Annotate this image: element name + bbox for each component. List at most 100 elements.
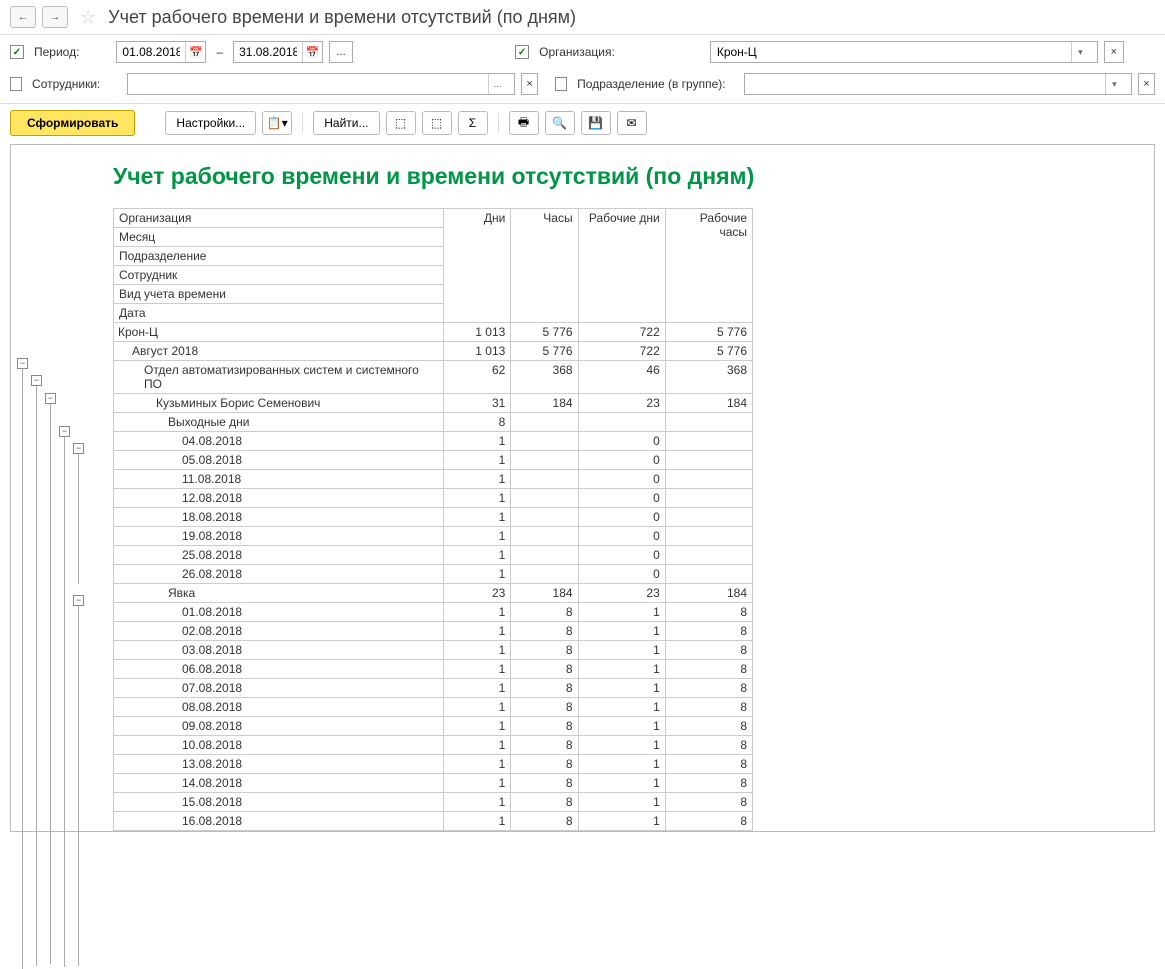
org-select[interactable]: ▾ xyxy=(710,41,1098,63)
date-from-field[interactable] xyxy=(117,43,185,61)
cell-value: 184 xyxy=(511,394,578,413)
cell-value: 1 xyxy=(444,527,511,546)
generate-button[interactable]: Сформировать xyxy=(10,110,135,136)
table-row[interactable]: 15.08.20181818 xyxy=(114,793,753,812)
employees-clear-button[interactable]: × xyxy=(521,73,538,95)
table-row[interactable]: 26.08.201810 xyxy=(114,565,753,584)
cell-value: 1 013 xyxy=(444,323,511,342)
cell-value xyxy=(665,508,752,527)
row-label: 10.08.2018 xyxy=(114,736,444,755)
table-row[interactable]: Кузьминых Борис Семенович3118423184 xyxy=(114,394,753,413)
calendar-icon[interactable]: 📅 xyxy=(302,42,322,62)
date-from-input[interactable]: 📅 xyxy=(116,41,206,63)
table-row[interactable]: 16.08.20181818 xyxy=(114,812,753,831)
find-button[interactable]: Найти... xyxy=(313,111,379,135)
table-row[interactable]: 14.08.20181818 xyxy=(114,774,753,793)
dropdown-icon[interactable]: ▾ xyxy=(1105,74,1123,94)
employees-field[interactable] xyxy=(128,75,488,93)
cell-value: 8 xyxy=(511,660,578,679)
settings-button[interactable]: Настройки... xyxy=(165,111,256,135)
table-row[interactable]: 11.08.201810 xyxy=(114,470,753,489)
collapse-icon-button[interactable]: ⬚ xyxy=(422,111,452,135)
cell-value: 184 xyxy=(665,394,752,413)
division-field[interactable] xyxy=(745,75,1105,93)
table-row[interactable]: 13.08.20181818 xyxy=(114,755,753,774)
cell-value: 184 xyxy=(665,584,752,603)
table-row[interactable]: 10.08.20181818 xyxy=(114,736,753,755)
cell-value xyxy=(665,527,752,546)
division-clear-button[interactable]: × xyxy=(1138,73,1155,95)
sum-button[interactable]: Σ xyxy=(458,111,488,135)
variants-button[interactable]: 📋▾ xyxy=(262,111,292,135)
table-row[interactable]: Явка2318423184 xyxy=(114,584,753,603)
table-row[interactable]: Выходные дни8 xyxy=(114,413,753,432)
table-row[interactable]: 12.08.201810 xyxy=(114,489,753,508)
table-row[interactable]: 05.08.201810 xyxy=(114,451,753,470)
tree-toggle[interactable]: − xyxy=(59,426,70,437)
cell-value: 8 xyxy=(511,603,578,622)
col-header: Рабочие дни xyxy=(578,209,665,323)
table-row[interactable]: 08.08.20181818 xyxy=(114,698,753,717)
cell-value: 1 xyxy=(444,812,511,831)
cell-value: 8 xyxy=(665,660,752,679)
division-label: Подразделение (в группе): xyxy=(577,77,725,91)
tree-toggle[interactable]: − xyxy=(31,375,42,386)
cell-value: 1 xyxy=(578,603,665,622)
date-to-input[interactable]: 📅 xyxy=(233,41,323,63)
row-label: 26.08.2018 xyxy=(114,565,444,584)
table-row[interactable]: 09.08.20181818 xyxy=(114,717,753,736)
table-row[interactable]: 25.08.201810 xyxy=(114,546,753,565)
cell-value: 1 xyxy=(444,622,511,641)
row-label: 13.08.2018 xyxy=(114,755,444,774)
org-field[interactable] xyxy=(711,43,1071,61)
dropdown-icon[interactable]: ▾ xyxy=(1071,42,1089,62)
expand-icon-button[interactable]: ⬚ xyxy=(386,111,416,135)
print-button[interactable]: 🖶 xyxy=(509,111,539,135)
employees-checkbox[interactable] xyxy=(10,77,22,91)
tree-toggle[interactable]: − xyxy=(73,595,84,606)
row-label: 05.08.2018 xyxy=(114,451,444,470)
table-row[interactable]: 19.08.201810 xyxy=(114,527,753,546)
cell-value xyxy=(665,470,752,489)
ellipsis-icon[interactable]: … xyxy=(488,74,506,94)
nav-back-button[interactable]: ← xyxy=(10,6,36,28)
org-checkbox[interactable] xyxy=(515,45,529,59)
table-row[interactable]: Август 20181 0135 7767225 776 xyxy=(114,342,753,361)
cell-value: 1 xyxy=(444,793,511,812)
period-picker-button[interactable]: ... xyxy=(329,41,353,63)
org-clear-button[interactable]: × xyxy=(1104,41,1124,63)
tree-toggle[interactable]: − xyxy=(17,358,28,369)
calendar-icon[interactable]: 📅 xyxy=(185,42,205,62)
cell-value: 1 xyxy=(444,508,511,527)
cell-value: 46 xyxy=(578,361,665,394)
row-label: 11.08.2018 xyxy=(114,470,444,489)
tree-toggle[interactable]: − xyxy=(45,393,56,404)
period-checkbox[interactable] xyxy=(10,45,24,59)
table-row[interactable]: 02.08.20181818 xyxy=(114,622,753,641)
cell-value: 23 xyxy=(444,584,511,603)
tree-toggle[interactable]: − xyxy=(73,443,84,454)
table-row[interactable]: 04.08.201810 xyxy=(114,432,753,451)
date-to-field[interactable] xyxy=(234,43,302,61)
table-row[interactable]: Отдел автоматизированных систем и систем… xyxy=(114,361,753,394)
cell-value: 1 013 xyxy=(444,342,511,361)
preview-button[interactable]: 🔍 xyxy=(545,111,575,135)
table-row[interactable]: 06.08.20181818 xyxy=(114,660,753,679)
table-row[interactable]: 07.08.20181818 xyxy=(114,679,753,698)
employees-select[interactable]: … xyxy=(127,73,515,95)
table-row[interactable]: 03.08.20181818 xyxy=(114,641,753,660)
page-title: Учет рабочего времени и времени отсутств… xyxy=(108,7,576,28)
save-button[interactable]: 💾 xyxy=(581,111,611,135)
nav-forward-button[interactable]: → xyxy=(42,6,68,28)
cell-value: 1 xyxy=(444,432,511,451)
table-row[interactable]: Крон-Ц1 0135 7767225 776 xyxy=(114,323,753,342)
division-select[interactable]: ▾ xyxy=(744,73,1132,95)
favorite-star-icon[interactable]: ☆ xyxy=(80,7,96,28)
email-button[interactable]: ✉ xyxy=(617,111,647,135)
cell-value: 1 xyxy=(444,755,511,774)
cell-value: 1 xyxy=(578,736,665,755)
table-row[interactable]: 01.08.20181818 xyxy=(114,603,753,622)
table-row[interactable]: 18.08.201810 xyxy=(114,508,753,527)
cell-value: 1 xyxy=(444,736,511,755)
division-checkbox[interactable] xyxy=(555,77,567,91)
